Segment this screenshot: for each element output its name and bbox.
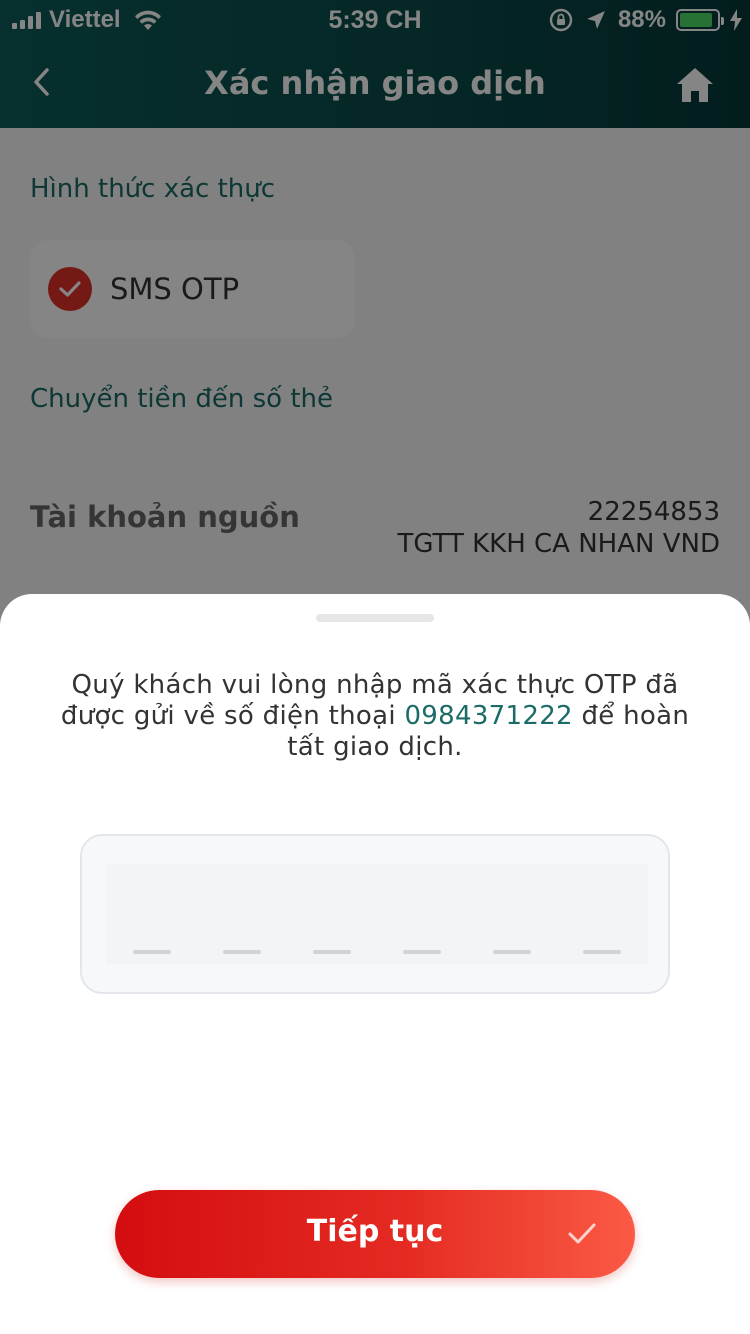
continue-button-label: Tiếp tục (306, 1214, 444, 1249)
otp-input-box[interactable] (80, 834, 670, 994)
phone-number: 0984371222 (404, 701, 573, 731)
otp-instruction-message: Quý khách vui lòng nhập mã xác thực OTP … (60, 670, 690, 762)
continue-button[interactable]: Tiếp tục (115, 1190, 635, 1278)
checkmark-icon (568, 1223, 596, 1244)
otp-bottom-sheet: Quý khách vui lòng nhập mã xác thực OTP … (0, 594, 750, 1334)
sheet-drag-handle[interactable] (316, 614, 434, 622)
